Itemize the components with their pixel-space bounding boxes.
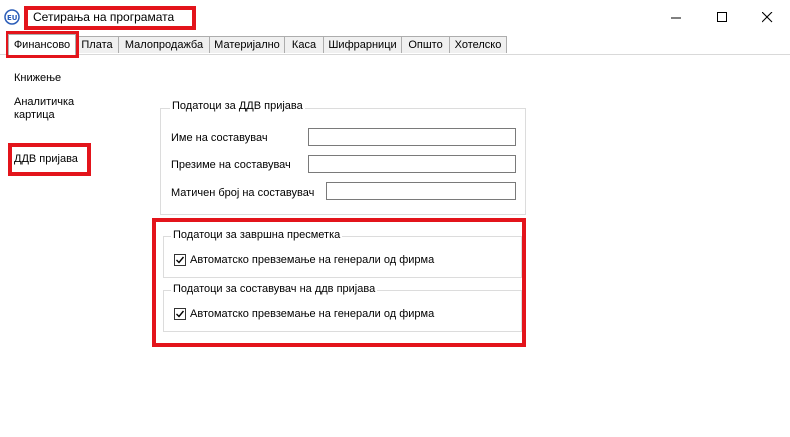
tab-materijalno[interactable]: Материјално	[209, 36, 285, 53]
final-calculation-checkbox-label[interactable]: Автоматско превземање на генерали од фир…	[190, 254, 434, 266]
app-logo-icon: EU	[4, 9, 22, 25]
sidebar-item-analiticka-kartica[interactable]: Аналитичка картица	[14, 96, 94, 122]
compiler-vat-checkbox-label[interactable]: Автоматско превземање на генерали од фир…	[190, 308, 434, 320]
maximize-button[interactable]	[699, 0, 745, 34]
svg-text:EU: EU	[7, 14, 18, 22]
checkmark-icon	[176, 256, 185, 264]
minimize-button[interactable]	[653, 0, 699, 34]
final-calculation-legend: Податоци за завршна пресметка	[171, 229, 343, 241]
compiler-first-name-label: Име на составувач	[171, 132, 268, 144]
tab-kasa[interactable]: Каса	[284, 36, 324, 53]
close-icon	[761, 11, 772, 22]
compiler-id-label: Матичен број на составувач	[171, 187, 315, 199]
minimize-icon	[670, 17, 681, 18]
close-button[interactable]	[744, 0, 790, 34]
compiler-first-name-input[interactable]	[308, 128, 516, 146]
compiler-vat-checkbox[interactable]	[174, 308, 186, 320]
tab-plata[interactable]: Плата	[75, 36, 119, 53]
maximize-icon	[716, 11, 727, 22]
compiler-id-input[interactable]	[326, 182, 516, 200]
tab-opsto[interactable]: Општо	[401, 36, 450, 53]
vat-report-legend: Податоци за ДДВ пријава	[170, 100, 305, 112]
tab-hotelsko[interactable]: Хотелско	[449, 36, 507, 53]
compiler-last-name-input[interactable]	[308, 155, 516, 173]
final-calculation-checkbox[interactable]	[174, 254, 186, 266]
checkmark-icon	[176, 310, 185, 318]
window-title: Сетирања на програмата	[33, 10, 175, 24]
tab-finansovo[interactable]: Финансово	[8, 34, 76, 55]
tab-maloprodazba[interactable]: Малопродажба	[118, 36, 210, 53]
sidebar-item-knizenje[interactable]: Книжење	[14, 72, 61, 84]
compiler-last-name-label: Презиме на составувач	[171, 159, 291, 171]
tab-sifrarnici[interactable]: Шифрарници	[323, 36, 402, 53]
sidebar-item-ddv-prijava[interactable]: ДДВ пријава	[14, 153, 78, 165]
compiler-vat-legend: Податоци за составувач на ддв пријава	[171, 283, 378, 295]
